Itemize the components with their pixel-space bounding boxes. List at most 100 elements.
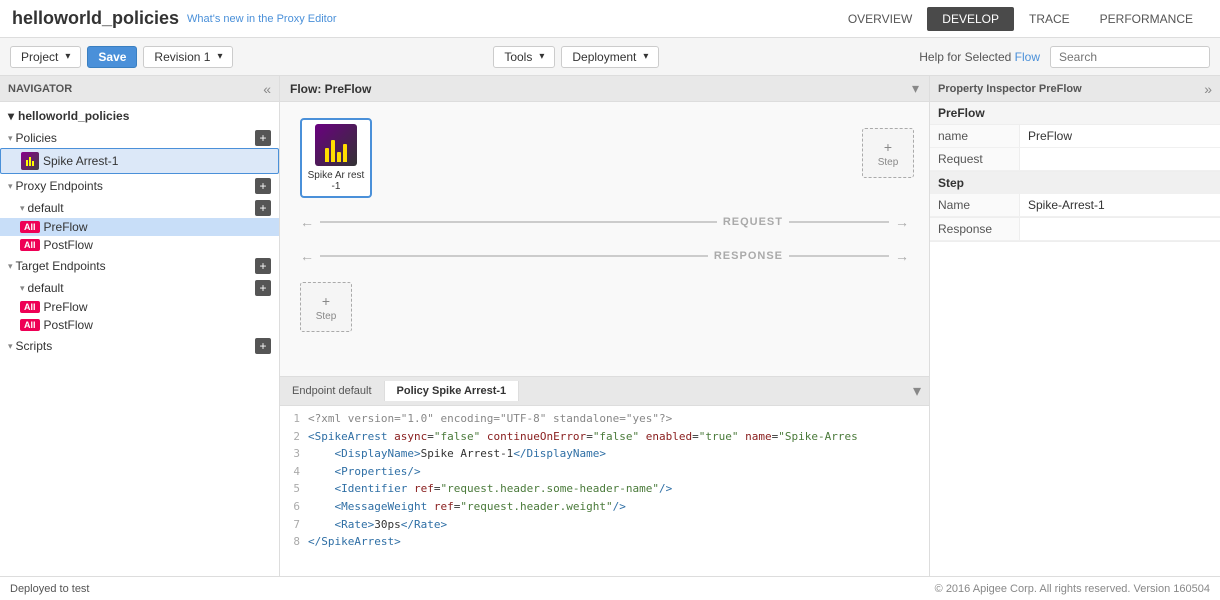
flow-header: Flow: PreFlow ▾ xyxy=(280,76,929,102)
policy-box-label: Spike Ar rest-1 xyxy=(306,170,366,192)
pi-name-label: name xyxy=(930,125,1020,147)
spike-arrest-label: Spike Arrest-1 xyxy=(43,154,118,168)
request-line2 xyxy=(789,221,889,223)
toolbar: Project Save Revision 1 Tools Deployment… xyxy=(0,38,1220,76)
scripts-label: Scripts xyxy=(16,339,53,353)
code-area: Endpoint default Policy Spike Arrest-1 ▾… xyxy=(280,376,929,576)
flow-expand-button[interactable]: ▾ xyxy=(912,80,919,97)
pi-response-label: Response xyxy=(930,218,1020,240)
left-arrow-icon: ← xyxy=(300,214,314,230)
nav-section-policies[interactable]: ▾ Policies + xyxy=(0,126,279,148)
pi-name2-value: Spike-Arrest-1 xyxy=(1020,194,1220,216)
response-row: ← RESPONSE → xyxy=(290,244,919,268)
nav-section-scripts[interactable]: ▾ Scripts + xyxy=(0,334,279,356)
code-line-2: 2 <SpikeArrest async="false" continueOnE… xyxy=(284,428,925,446)
pi-request-label: Request xyxy=(930,148,1020,170)
add-step-area: + Step xyxy=(862,128,914,178)
nav-proxy-default[interactable]: ▾ default + xyxy=(0,196,279,218)
target-default-label: default xyxy=(28,281,64,295)
code-tab-dropdown[interactable]: ▾ xyxy=(905,377,929,405)
nav-spike-arrest-1[interactable]: Spike Arrest-1 xyxy=(0,148,279,174)
plus-icon: + xyxy=(884,139,892,155)
tab-policy-spike-arrest[interactable]: Policy Spike Arrest-1 xyxy=(385,381,520,401)
pi-name2-label: Name xyxy=(930,194,1020,216)
step-label2: Step xyxy=(316,311,337,322)
nav-overview[interactable]: OVERVIEW xyxy=(833,7,927,31)
add-target-default-button[interactable]: + xyxy=(255,280,271,296)
request-label: REQUEST xyxy=(723,216,783,228)
pi-title: Property Inspector PreFlow xyxy=(938,83,1082,95)
property-inspector-panel: Property Inspector PreFlow » PreFlow nam… xyxy=(930,76,1220,576)
nav-postflow-proxy[interactable]: All PostFlow xyxy=(0,236,279,254)
response-add-step-button[interactable]: + Step xyxy=(300,282,352,332)
add-step-button[interactable]: + Step xyxy=(862,128,914,178)
add-policy-button[interactable]: + xyxy=(255,130,271,146)
deployment-button[interactable]: Deployment xyxy=(561,46,659,68)
nav-root-item[interactable]: ▾ helloworld_policies xyxy=(0,106,279,126)
header-nav: OVERVIEW DEVELOP TRACE PERFORMANCE xyxy=(833,7,1208,31)
triangle-icon5: ▾ xyxy=(20,283,25,294)
pi-request-row: Request xyxy=(930,148,1220,171)
add-target-endpoint-button[interactable]: + xyxy=(255,258,271,274)
policy-icon-large xyxy=(315,124,357,166)
project-button[interactable]: Project xyxy=(10,46,81,68)
step-label: Step xyxy=(878,157,899,168)
pi-header: Property Inspector PreFlow » xyxy=(930,76,1220,102)
nav-develop[interactable]: DEVELOP xyxy=(927,7,1014,31)
flow-canvas: Spike Ar rest-1 + Step ← REQUEST → xyxy=(280,102,929,376)
status-bar: Deployed to test © 2016 Apigee Corp. All… xyxy=(0,576,1220,600)
spike-arrest-policy-box[interactable]: Spike Ar rest-1 xyxy=(300,118,372,198)
help-link[interactable]: Flow xyxy=(1015,50,1040,64)
pi-name-value: PreFlow xyxy=(1020,125,1220,147)
deployed-status: Deployed to test xyxy=(10,583,90,595)
nav-postflow-target[interactable]: All PostFlow xyxy=(0,316,279,334)
code-line-3: 3 <DisplayName>Spike Arrest-1</DisplayNa… xyxy=(284,445,925,463)
nav-target-default[interactable]: ▾ default + xyxy=(0,276,279,298)
plus-icon2: + xyxy=(322,293,330,309)
tools-button[interactable]: Tools xyxy=(493,46,555,68)
nav-trace[interactable]: TRACE xyxy=(1014,7,1085,31)
nav-performance[interactable]: PERFORMANCE xyxy=(1085,7,1208,31)
response-left-arrow: ← xyxy=(300,248,314,264)
whats-new-link[interactable]: What's new in the Proxy Editor xyxy=(187,13,336,25)
spike-arrest-icon xyxy=(21,152,39,170)
response-label: RESPONSE xyxy=(714,250,783,262)
main-layout: Navigator « ▾ helloworld_policies ▾ Poli… xyxy=(0,76,1220,576)
add-proxy-endpoint-button[interactable]: + xyxy=(255,178,271,194)
request-line xyxy=(320,221,717,223)
code-tabs: Endpoint default Policy Spike Arrest-1 ▾ xyxy=(280,377,929,406)
nav-section-target-endpoints[interactable]: ▾ Target Endpoints + xyxy=(0,254,279,276)
postflow-target-label: PostFlow xyxy=(44,318,93,332)
pi-preflow-title: PreFlow xyxy=(930,102,1220,125)
search-input[interactable] xyxy=(1050,46,1210,68)
navigator-header: Navigator « xyxy=(0,76,279,102)
triangle-icon2: ▾ xyxy=(8,181,13,192)
flow-steps-row: Spike Ar rest-1 + Step xyxy=(290,112,919,198)
nav-preflow-target[interactable]: All PreFlow xyxy=(0,298,279,316)
copyright-text: © 2016 Apigee Corp. All rights reserved.… xyxy=(935,583,1210,595)
pi-request-value xyxy=(1020,148,1220,170)
pi-content: PreFlow name PreFlow Request Step Name S… xyxy=(930,102,1220,576)
preflow-target-label: PreFlow xyxy=(44,300,88,314)
save-button[interactable]: Save xyxy=(87,46,137,68)
all-badge-postflow-target: All xyxy=(20,319,40,331)
all-badge-preflow-target: All xyxy=(20,301,40,313)
navigator-collapse-button[interactable]: « xyxy=(263,81,271,97)
response-right-arrow: → xyxy=(895,248,909,264)
tab-endpoint-default[interactable]: Endpoint default xyxy=(280,381,385,401)
nav-section-proxy-endpoints[interactable]: ▾ Proxy Endpoints + xyxy=(0,174,279,196)
all-badge-postflow: All xyxy=(20,239,40,251)
response-step-area: + Step xyxy=(290,278,919,336)
target-endpoints-label: Target Endpoints xyxy=(16,259,106,273)
add-proxy-default-button[interactable]: + xyxy=(255,200,271,216)
triangle-icon4: ▾ xyxy=(8,261,13,272)
triangle-icon: ▾ xyxy=(8,133,13,144)
revision-button[interactable]: Revision 1 xyxy=(143,46,233,68)
nav-preflow-proxy[interactable]: All PreFlow xyxy=(0,218,279,236)
pi-expand-button[interactable]: » xyxy=(1204,81,1212,97)
app-title: helloworld_policies xyxy=(12,8,179,29)
policies-label: Policies xyxy=(16,131,57,145)
add-scripts-button[interactable]: + xyxy=(255,338,271,354)
nav-tree: ▾ helloworld_policies ▾ Policies + xyxy=(0,102,279,576)
code-line-7: 7 <Rate>30ps</Rate> xyxy=(284,516,925,534)
